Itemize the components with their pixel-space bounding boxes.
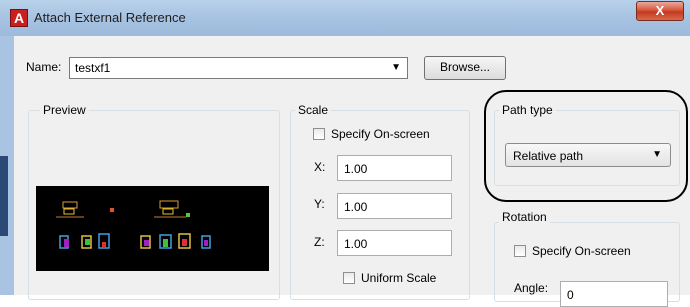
close-button[interactable]: X bbox=[636, 1, 684, 21]
preview-title: Preview bbox=[40, 103, 89, 117]
annotation-circle bbox=[484, 90, 688, 202]
y-scale-input[interactable]: 1.00 bbox=[337, 193, 452, 219]
app-icon: A bbox=[10, 9, 28, 27]
y-label: Y: bbox=[314, 197, 325, 211]
z-scale-input[interactable]: 1.00 bbox=[337, 230, 452, 256]
x-scale-input[interactable]: 1.00 bbox=[337, 155, 452, 181]
x-scale-value: 1.00 bbox=[344, 162, 368, 176]
z-label: Z: bbox=[314, 235, 325, 249]
window-title: Attach External Reference bbox=[34, 10, 186, 25]
x-label: X: bbox=[314, 160, 326, 174]
browse-button[interactable]: Browse... bbox=[424, 56, 506, 80]
drawing-thumbnail-icon bbox=[56, 200, 211, 249]
angle-value: 0 bbox=[567, 288, 574, 302]
uniform-scale-checkbox[interactable] bbox=[343, 272, 355, 284]
title-bar: A Attach External Reference X bbox=[0, 0, 690, 37]
window-frame bbox=[0, 36, 14, 295]
angle-input[interactable]: 0 bbox=[560, 281, 668, 307]
y-scale-value: 1.00 bbox=[344, 200, 368, 214]
scale-specify-onscreen-checkbox[interactable] bbox=[313, 128, 325, 140]
rotation-title: Rotation bbox=[499, 210, 550, 224]
uniform-scale-label: Uniform Scale bbox=[361, 271, 437, 285]
angle-label: Angle: bbox=[514, 281, 549, 295]
name-label: Name: bbox=[26, 60, 62, 74]
scale-title: Scale bbox=[295, 103, 332, 117]
name-value: testxf1 bbox=[75, 61, 111, 75]
rotation-specify-onscreen-checkbox[interactable] bbox=[514, 245, 526, 257]
name-combobox[interactable]: testxf1 ▼ bbox=[69, 57, 408, 79]
preview-image bbox=[36, 186, 269, 271]
rotation-specify-onscreen-label: Specify On-screen bbox=[532, 244, 631, 258]
chevron-down-icon: ▼ bbox=[391, 62, 401, 73]
scale-specify-onscreen-label: Specify On-screen bbox=[331, 127, 430, 141]
z-scale-value: 1.00 bbox=[344, 237, 368, 251]
